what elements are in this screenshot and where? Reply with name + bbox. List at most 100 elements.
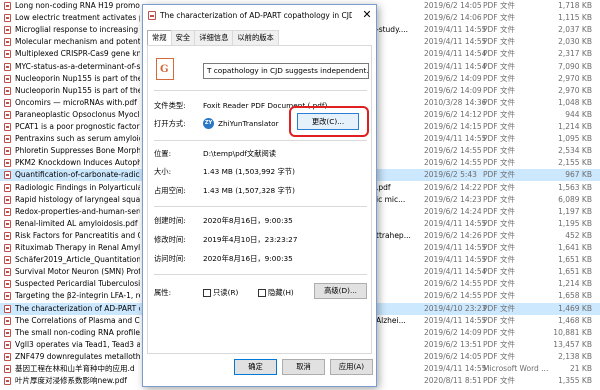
pdf-file-icon [4, 2, 11, 10]
size-on-disk-value: 1.43 MB (1,507,328 字节) [203, 186, 295, 195]
tab-previous-versions[interactable]: 以前的版本 [232, 30, 279, 45]
file-name: Rituximab Therapy in Renal Amyloi [15, 243, 140, 252]
file-date: 2019/6/2 14:15 [424, 122, 482, 131]
file-name: Nucleoporin Nup155 is part of the [15, 73, 140, 83]
file-name: Rapid histology of laryngeal squam [15, 194, 140, 204]
file-name: Risk Factors for Pancreatitis and Ch [15, 230, 140, 240]
close-icon[interactable]: ✕ [360, 8, 374, 22]
pdf-file-icon [148, 11, 156, 20]
file-size: 1,468 KB [558, 315, 592, 325]
file-date: 2019/6/2 14:05 [424, 1, 482, 10]
pdf-file-icon [4, 147, 11, 156]
file-name: Multiplexed CRISPR-Cas9 gene kno [15, 49, 140, 59]
modified-label: 修改时间: [154, 235, 186, 244]
file-name: PCAT1 is a poor prognostic factor [15, 122, 140, 131]
file-date: 2019/4/11 14:55 [424, 315, 487, 325]
file-date: 2019/6/2 14:24 [424, 206, 482, 216]
file-type: PDF 文件 [483, 194, 515, 204]
pdf-file-icon [4, 256, 11, 265]
open-with-value: ZhiYunTranslator [218, 119, 279, 128]
file-date: 2019/4/11 14:54 [424, 49, 487, 59]
file-size: 1,563 KB [558, 182, 592, 192]
file-type: PDF 文件 [483, 61, 515, 71]
file-size: 13,457 KB [553, 339, 592, 349]
size-on-disk-label: 占用空间: [154, 186, 186, 195]
file-size: 2,970 KB [558, 73, 592, 83]
pdf-file-icon [4, 280, 11, 289]
file-type: PDF 文件 [483, 182, 515, 192]
file-size: 21 KB [570, 364, 592, 373]
file-date: 2010/3/28 14:36 [424, 97, 487, 107]
file-size: 1,469 KB [558, 303, 592, 313]
pdf-file-icon [4, 62, 11, 71]
file-name: Survival Motor Neuron (SMN) Prot [15, 267, 140, 277]
file-size: 1,718 KB [558, 1, 592, 10]
file-size: 2,030 KB [558, 37, 592, 47]
file-size: 1,195 KB [558, 218, 592, 228]
file-size: 1,651 KB [558, 255, 592, 265]
file-type: PDF 文件 [483, 339, 515, 349]
file-type: PDF 文件 [483, 291, 515, 301]
file-size: 2,155 KB [558, 158, 592, 168]
file-date: 2019/4/11 14:55 [424, 243, 487, 252]
file-type: PDF 文件 [483, 73, 515, 83]
file-date: 2019/4/11 14:55 [424, 134, 487, 144]
file-size: 2,534 KB [558, 146, 592, 156]
file-name-tail: ic mic... [376, 194, 406, 204]
tab-general[interactable]: 常规 [147, 30, 172, 46]
readonly-checkbox[interactable]: 只读(R) [203, 288, 238, 298]
file-name: MYC-status-as-a-determinant-of-sy [15, 61, 140, 71]
file-type: PDF 文件 [483, 243, 515, 252]
file-date: 2019/6/2 14:55 [424, 146, 482, 156]
dialog-titlebar[interactable]: The characterization of AD-PART copathol… [143, 5, 376, 27]
checkbox-box[interactable] [203, 289, 211, 297]
file-name: Low electric treatment activates po [15, 13, 140, 23]
checkbox-box[interactable] [258, 289, 266, 297]
file-name: The small non-coding RNA profile [15, 327, 140, 337]
pdf-file-icon [4, 365, 11, 373]
file-date: 2019/6/2 14:06 [424, 13, 482, 23]
file-size: 1,197 KB [558, 206, 592, 216]
created-label: 创建时间: [154, 216, 186, 225]
change-button[interactable]: 更改(C)... [297, 113, 359, 130]
file-name-field[interactable]: T copathology in CJD suggests independen… [203, 63, 369, 79]
file-date: 2019/6/2 14:09 [424, 327, 482, 337]
pdf-file-icon [4, 219, 11, 228]
pdf-file-icon [4, 268, 11, 277]
readonly-label: 只读(R) [213, 288, 239, 297]
file-size: 1,115 KB [558, 13, 592, 23]
file-name-tail: -study.... [376, 25, 408, 35]
location-label: 位置: [154, 149, 172, 158]
file-size: 967 KB [565, 170, 592, 180]
file-type: PDF 文件 [483, 315, 515, 325]
general-panel: G T copathology in CJD suggests independ… [147, 45, 372, 354]
tab-details[interactable]: 详细信息 [194, 30, 234, 45]
apply-button[interactable]: 应用(A) [330, 359, 373, 375]
file-name: Pentraxins such as serum amyloid [15, 134, 140, 144]
cancel-button[interactable]: 取消 [282, 359, 325, 375]
created-value: 2020年8月16日，9:00:35 [203, 216, 293, 225]
pdf-file-icon [4, 135, 11, 144]
pdf-file-icon [4, 292, 11, 301]
file-date: 2019/6/2 14:23 [424, 194, 482, 204]
file-size: 1,048 KB [558, 97, 592, 107]
hidden-checkbox[interactable]: 隐藏(H) [258, 288, 294, 298]
file-type: PDF 文件 [483, 351, 515, 361]
file-type: PDF 文件 [483, 267, 515, 277]
pdf-file-icon [4, 377, 11, 386]
file-size: 1,214 KB [558, 279, 592, 289]
file-name: Renal-limited AL amyloidosis.pdf [15, 218, 138, 228]
file-size: 7,090 KB [558, 61, 592, 71]
hidden-label: 隐藏(H) [268, 288, 294, 297]
file-name: Molecular mechanism and potential [15, 37, 140, 47]
pdf-file-icon [4, 50, 11, 59]
file-date: 2019/4/11 14:55 [424, 25, 487, 35]
file-type: PDF 文件 [483, 279, 515, 289]
tab-security[interactable]: 安全 [170, 30, 196, 45]
file-name: Redox-properties-and-human-serum [15, 206, 140, 216]
advanced-button[interactable]: 高级(D)... [314, 283, 367, 299]
file-type: PDF 文件 [483, 97, 515, 107]
file-size: 2,970 KB [558, 85, 592, 95]
ok-button[interactable]: 确定 [234, 359, 277, 375]
file-type: PDF 文件 [483, 13, 515, 23]
